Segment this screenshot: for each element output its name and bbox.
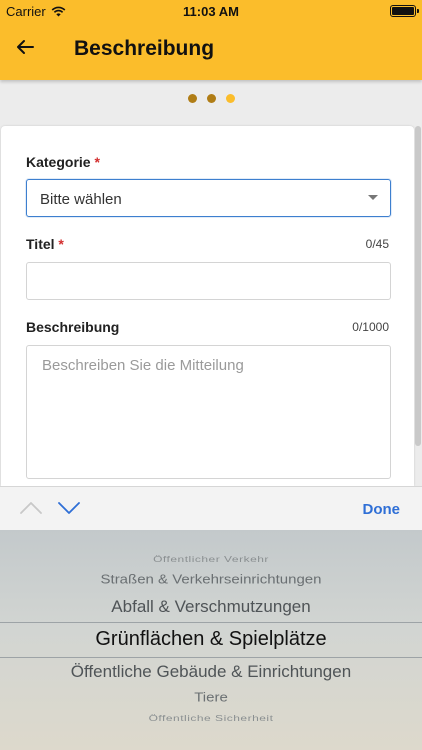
picker-option[interactable]: Tiere [0, 690, 422, 705]
title-counter: 0/45 [365, 237, 389, 251]
description-placeholder: Beschreiben Sie die Mitteilung [42, 357, 244, 374]
description-textarea[interactable]: Beschreiben Sie die Mitteilung [26, 345, 391, 479]
chevron-up-icon[interactable] [20, 501, 42, 515]
category-picker[interactable]: Öffentlicher Verkehr Straßen & Verkehrse… [0, 530, 422, 750]
category-label: Kategorie * [26, 154, 100, 170]
done-button[interactable]: Done [363, 501, 401, 518]
page-title: Beschreibung [74, 37, 215, 60]
status-bar: Carrier 11:03 AM [0, 0, 422, 22]
step-dot-current [225, 94, 235, 103]
picker-option[interactable]: Öffentliche Gebäude & Einrichtungen [0, 662, 422, 682]
arrow-left-icon [17, 40, 34, 54]
picker-option[interactable]: Straßen & Verkehrseinrichtungen [0, 572, 422, 587]
title-input[interactable] [26, 262, 391, 300]
form-card: Kategorie * Bitte wählen Titel * 0/45 Be… [1, 126, 414, 486]
app-header: Beschreibung [0, 22, 422, 80]
picker-option[interactable]: Öffentliche Sicherheit [0, 713, 422, 723]
scrollbar[interactable] [415, 126, 421, 446]
chevron-down-icon [368, 195, 378, 200]
back-button[interactable] [12, 34, 38, 60]
step-dot [206, 94, 216, 103]
top-bar: Carrier 11:03 AM Beschreibung [0, 0, 422, 80]
description-label: Beschreibung [26, 319, 120, 335]
picker-option[interactable]: Öffentlicher Verkehr [0, 554, 422, 564]
category-select[interactable]: Bitte wählen [26, 179, 391, 217]
battery-icon [390, 5, 419, 17]
chevron-down-icon[interactable] [58, 501, 80, 515]
step-dot [187, 94, 197, 103]
keyboard-toolbar: Done [0, 486, 422, 530]
picker-option-selected[interactable]: Grünflächen & Spielplätze [0, 628, 422, 651]
description-counter: 0/1000 [352, 320, 389, 334]
clock: 11:03 AM [183, 4, 239, 19]
picker-option[interactable]: Abfall & Verschmutzungen [0, 597, 422, 617]
title-label: Titel * [26, 236, 64, 252]
step-indicator [0, 94, 422, 103]
category-value: Bitte wählen [40, 191, 122, 208]
